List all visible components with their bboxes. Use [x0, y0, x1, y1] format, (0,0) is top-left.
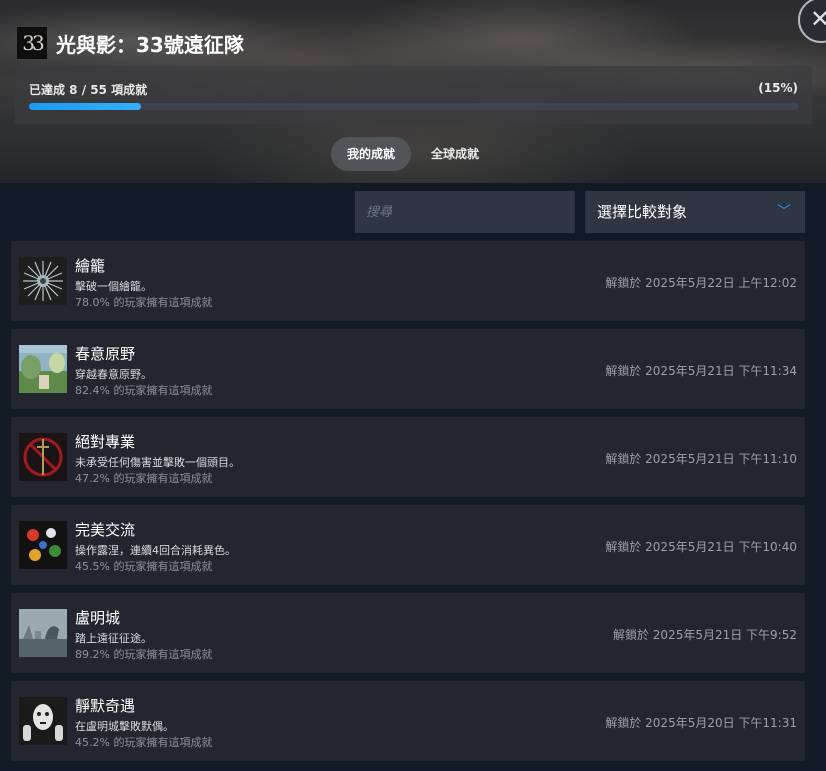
progress-label: 已達成 8 / 55 項成就	[29, 83, 148, 97]
achievement-row[interactable]: 靜默奇遇 在盧明城擊敗默偶。 45.2% 的玩家擁有這項成就 解鎖於 2025年…	[11, 681, 805, 761]
achievement-description: 擊破一個繪籠。	[75, 280, 152, 293]
elemental-orbs-icon	[19, 521, 67, 569]
achievement-unlock-time: 解鎖於 2025年5月21日 下午11:34	[605, 364, 797, 378]
achievement-unlock-time: 解鎖於 2025年5月21日 下午9:52	[612, 628, 797, 642]
achievement-name: 絕對專業	[75, 433, 136, 451]
tab-global-achievements[interactable]: 全球成就	[415, 137, 495, 171]
game-title: 光與影：33號遠征隊	[56, 33, 244, 57]
chevron-down-icon: ﹀	[777, 204, 791, 220]
progress-bar	[29, 103, 799, 110]
achievement-name: 盧明城	[75, 609, 121, 627]
tab-my-achievements[interactable]: 我的成就	[331, 137, 412, 171]
achievement-name: 春意原野	[75, 345, 136, 363]
achievement-global-percent: 47.2% 的玩家擁有這項成就	[75, 472, 213, 485]
achievement-global-percent: 45.5% 的玩家擁有這項成就	[75, 560, 213, 573]
painted-cage-icon	[19, 257, 67, 305]
achievement-name: 完美交流	[75, 521, 136, 539]
achievement-unlock-time: 解鎖於 2025年5月21日 下午10:40	[605, 540, 797, 554]
achievement-unlock-time: 解鎖於 2025年5月21日 下午11:10	[605, 452, 797, 466]
achievement-global-percent: 82.4% 的玩家擁有這項成就	[75, 384, 213, 397]
achievement-row[interactable]: 春意原野 穿越春意原野。 82.4% 的玩家擁有這項成就 解鎖於 2025年5月…	[11, 329, 805, 409]
achievement-description: 操作露涅，連續4回合消耗異色。	[75, 544, 236, 557]
achievement-row[interactable]: 繪籠 擊破一個繪籠。 78.0% 的玩家擁有這項成就 解鎖於 2025年5月22…	[11, 241, 805, 321]
achievement-description: 未承受任何傷害並擊敗一個頭目。	[75, 456, 240, 469]
achievement-name: 繪籠	[75, 257, 106, 275]
progress-bar-fill	[29, 103, 142, 110]
game-logo-icon: 33	[17, 27, 47, 59]
lumiere-city-icon	[19, 609, 67, 657]
achievement-name: 靜默奇遇	[75, 697, 136, 715]
achievement-list: 繪籠 擊破一個繪籠。 78.0% 的玩家擁有這項成就 解鎖於 2025年5月22…	[11, 241, 805, 769]
achievement-description: 穿越春意原野。	[75, 368, 152, 381]
achievement-global-percent: 45.2% 的玩家擁有這項成就	[75, 736, 213, 749]
achievement-progress-panel: 已達成 8 / 55 項成就 (15%)	[15, 66, 812, 124]
achievement-row[interactable]: 絕對專業 未承受任何傷害並擊敗一個頭目。 47.2% 的玩家擁有這項成就 解鎖於…	[11, 417, 805, 497]
sword-circle-icon	[19, 433, 67, 481]
achievement-unlock-time: 解鎖於 2025年5月22日 上午12:02	[605, 276, 797, 290]
achievement-row[interactable]: 盧明城 踏上遠征征途。 89.2% 的玩家擁有這項成就 解鎖於 2025年5月2…	[11, 593, 805, 673]
achievement-global-percent: 78.0% 的玩家擁有這項成就	[75, 296, 213, 309]
spring-meadows-icon	[19, 345, 67, 393]
compare-select[interactable]: 選擇比較對象 ﹀	[585, 191, 805, 233]
achievement-unlock-time: 解鎖於 2025年5月20日 下午11:31	[605, 716, 797, 730]
search-input[interactable]	[355, 191, 575, 233]
achievement-row[interactable]: 完美交流 操作露涅，連續4回合消耗異色。 45.5% 的玩家擁有這項成就 解鎖於…	[11, 505, 805, 585]
progress-percent: (15%)	[758, 81, 798, 95]
mime-icon	[19, 697, 67, 745]
achievement-description: 在盧明城擊敗默偶。	[75, 720, 174, 733]
compare-select-label: 選擇比較對象	[597, 203, 688, 221]
achievement-global-percent: 89.2% 的玩家擁有這項成就	[75, 648, 213, 661]
achievement-description: 踏上遠征征途。	[75, 632, 152, 645]
game-header: 33 光與影：33號遠征隊 ✕ 已達成 8 / 55 項成就 (15%) 我的成…	[0, 0, 826, 183]
close-icon[interactable]: ✕	[798, 0, 826, 43]
